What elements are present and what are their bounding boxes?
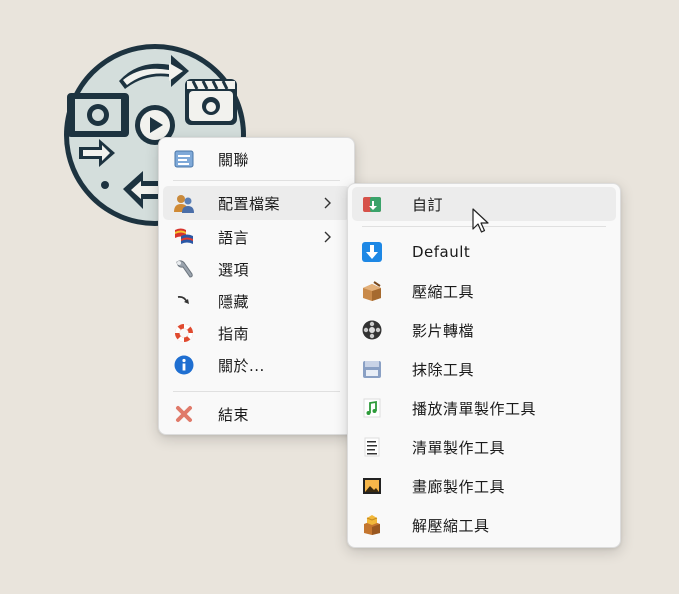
menu-item-label: 關於... xyxy=(218,356,265,375)
context-menu: 關聯 配置檔案 語言 選項 隱藏 指南 關於... 結束 xyxy=(158,137,355,435)
menu-item-label: 選項 xyxy=(218,260,250,279)
menu-item-list[interactable]: 清單製作工具 xyxy=(352,430,616,464)
menu-item-association[interactable]: 關聯 xyxy=(163,142,350,176)
profile-users-icon xyxy=(173,192,195,214)
wrench-icon xyxy=(173,258,195,280)
association-icon xyxy=(173,148,195,170)
info-icon xyxy=(173,354,195,376)
custom-profile-icon xyxy=(361,193,383,215)
menu-item-label: 解壓縮工具 xyxy=(412,516,490,535)
menu-item-language[interactable]: 語言 xyxy=(163,220,350,254)
menu-item-label: 結束 xyxy=(218,405,250,424)
language-flags-icon xyxy=(173,226,195,248)
exit-x-icon xyxy=(173,403,195,425)
menu-item-hide[interactable]: 隱藏 xyxy=(163,284,350,318)
film-reel-icon xyxy=(361,319,383,341)
hide-arrow-icon xyxy=(173,290,195,312)
menu-item-label: 自訂 xyxy=(412,195,444,214)
menu-item-options[interactable]: 選項 xyxy=(163,252,350,286)
menu-separator xyxy=(173,180,340,181)
menu-item-label: 抹除工具 xyxy=(412,360,475,379)
text-list-icon xyxy=(361,436,383,458)
menu-item-exit[interactable]: 結束 xyxy=(163,397,350,431)
download-arrow-icon xyxy=(361,241,383,263)
lifebuoy-icon xyxy=(173,322,195,344)
extract-box-icon xyxy=(361,514,383,536)
menu-item-label: 隱藏 xyxy=(218,292,250,311)
chevron-right-icon xyxy=(324,197,331,209)
menu-item-default[interactable]: Default xyxy=(352,235,616,269)
menu-item-about[interactable]: 關於... xyxy=(163,348,350,382)
menu-item-label: 播放清單製作工具 xyxy=(412,399,537,418)
erase-disk-icon xyxy=(361,358,383,380)
profiles-submenu: 自訂 Default 壓縮工具 影片轉檔 抹除工具 播放清單製作工具 清單製作工… xyxy=(347,183,621,548)
menu-item-label: 語言 xyxy=(218,228,250,247)
music-note-icon xyxy=(361,397,383,419)
menu-item-erase[interactable]: 抹除工具 xyxy=(352,352,616,386)
menu-item-label: 影片轉檔 xyxy=(412,321,475,340)
mouse-cursor-icon xyxy=(472,208,489,233)
menu-item-label: 畫廊製作工具 xyxy=(412,477,506,496)
menu-item-label: 指南 xyxy=(218,324,250,343)
menu-separator xyxy=(173,391,340,392)
menu-item-compress[interactable]: 壓縮工具 xyxy=(352,274,616,308)
picture-gallery-icon xyxy=(361,475,383,497)
menu-item-playlist[interactable]: 播放清單製作工具 xyxy=(352,391,616,425)
menu-item-label: 配置檔案 xyxy=(218,194,281,213)
compress-box-icon xyxy=(361,280,383,302)
menu-item-label: 壓縮工具 xyxy=(412,282,475,301)
menu-item-video-convert[interactable]: 影片轉檔 xyxy=(352,313,616,347)
menu-item-gallery[interactable]: 畫廊製作工具 xyxy=(352,469,616,503)
menu-item-label: 清單製作工具 xyxy=(412,438,506,457)
menu-item-guide[interactable]: 指南 xyxy=(163,316,350,350)
menu-item-profiles[interactable]: 配置檔案 xyxy=(163,186,350,220)
menu-item-label: 關聯 xyxy=(218,150,250,169)
menu-item-label: Default xyxy=(412,243,471,261)
chevron-right-icon xyxy=(324,231,331,243)
menu-item-extract[interactable]: 解壓縮工具 xyxy=(352,508,616,542)
